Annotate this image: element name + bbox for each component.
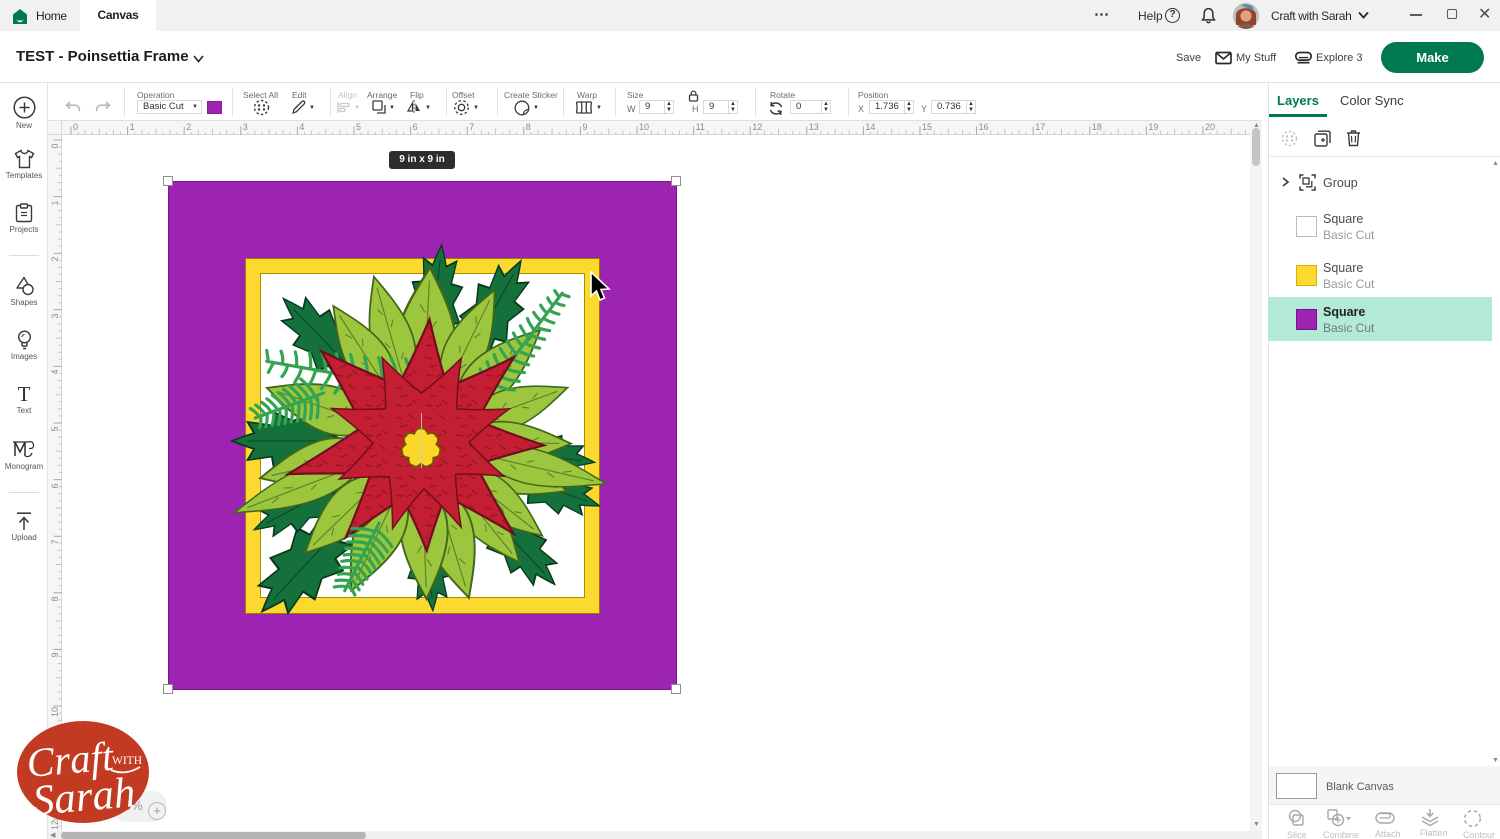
svg-text:WITH: WITH [112,755,142,767]
svg-text:Sarah: Sarah [31,769,137,825]
